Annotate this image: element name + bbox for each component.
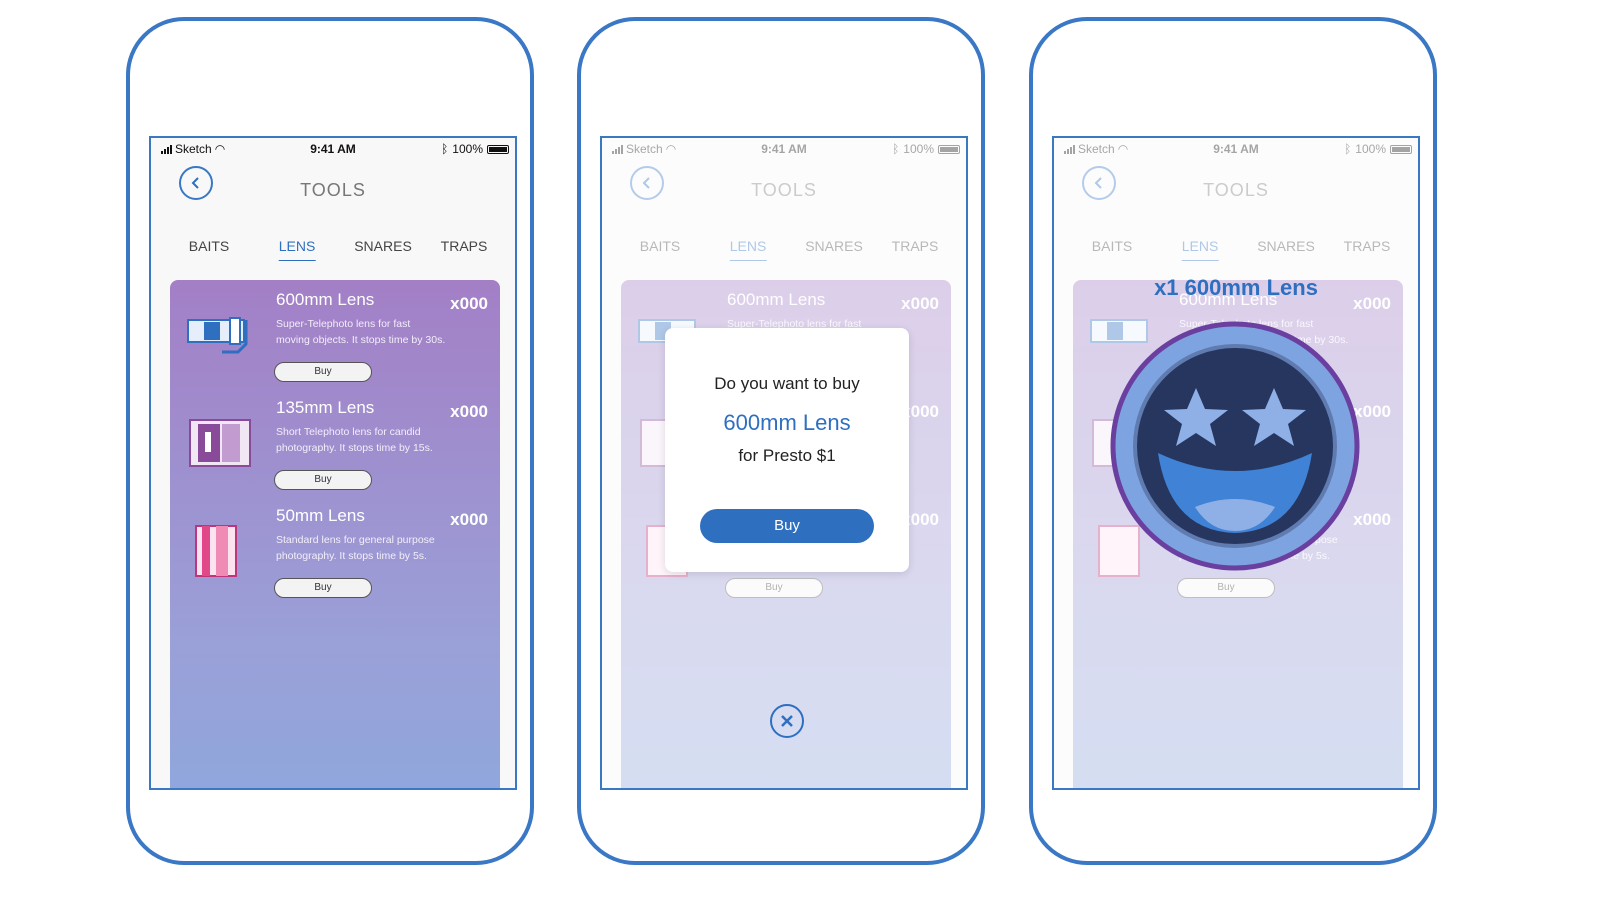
list-item: 135mm Lens Short Telephoto lens for cand… bbox=[170, 388, 500, 496]
tab-baits[interactable]: BAITS bbox=[189, 238, 229, 260]
battery-label: 100% bbox=[452, 142, 483, 156]
phone-frame-1: Sketch ◠ 9:41 AM ᛒ 100% TOOLS BAITS LENS S… bbox=[126, 17, 534, 865]
item-quantity: x000 bbox=[450, 510, 488, 529]
close-icon bbox=[781, 715, 793, 727]
tab-bar: BAITS LENS SNARES TRAPS bbox=[151, 238, 515, 264]
reward-title: x1 600mm Lens bbox=[1154, 275, 1318, 300]
list-item: 600mm Lens Super-Telephoto lens for fast… bbox=[170, 280, 500, 388]
screen-purchase-modal: Sketch◠ 9:41 AM ᛒ100% TOOLS BAITS LENS S… bbox=[600, 136, 968, 790]
screen-tools: Sketch ◠ 9:41 AM ᛒ 100% TOOLS BAITS LENS S… bbox=[149, 136, 517, 790]
star-eyes-smiley-icon bbox=[1110, 321, 1360, 571]
telephoto-lens-icon bbox=[187, 317, 248, 354]
buy-button[interactable]: Buy bbox=[274, 578, 372, 598]
short-lens-icon bbox=[189, 419, 251, 467]
screen-reward: Sketch◠ 9:41 AM ᛒ100% TOOLS BAITS LENS S… bbox=[1052, 136, 1420, 790]
purchase-dialog: Do you want to buy 600mm Lens for Presto… bbox=[665, 328, 909, 572]
list-item: 50mm Lens Standard lens for general purp… bbox=[170, 496, 500, 604]
phone-frame-3: Sketch◠ 9:41 AM ᛒ100% TOOLS BAITS LENS S… bbox=[1029, 17, 1437, 865]
item-quantity: x000 bbox=[450, 402, 488, 421]
item-quantity: x000 bbox=[450, 294, 488, 313]
buy-button[interactable]: Buy bbox=[274, 470, 372, 490]
item-name: 600mm Lens bbox=[276, 290, 375, 309]
page-title: TOOLS bbox=[300, 180, 366, 200]
confirm-buy-button[interactable]: Buy bbox=[700, 509, 874, 543]
tab-lens[interactable]: LENS bbox=[278, 238, 316, 261]
standard-lens-icon bbox=[195, 525, 237, 577]
bluetooth-icon: ᛒ bbox=[441, 142, 449, 156]
tab-snares[interactable]: SNARES bbox=[354, 238, 412, 260]
dialog-price: for Presto $1 bbox=[738, 446, 836, 465]
item-name: 135mm Lens bbox=[276, 398, 375, 417]
buy-button[interactable]: Buy bbox=[274, 362, 372, 382]
battery-icon bbox=[487, 144, 509, 154]
dialog-item-name: 600mm Lens bbox=[723, 410, 851, 435]
phone-frame-2: Sketch◠ 9:41 AM ᛒ100% TOOLS BAITS LENS S… bbox=[577, 17, 985, 865]
item-description: Super-Telephoto lens for fast moving obj… bbox=[276, 318, 446, 346]
item-description: Standard lens for general purpose photog… bbox=[276, 534, 435, 562]
lens-list-card: 600mm Lens Super-Telephoto lens for fast… bbox=[170, 280, 500, 788]
close-button[interactable] bbox=[770, 704, 804, 738]
item-name: 50mm Lens bbox=[276, 506, 365, 525]
dialog-question: Do you want to buy bbox=[714, 374, 860, 393]
status-bar: Sketch◠ 9:41 AM ᛒ100% bbox=[151, 138, 515, 158]
tab-traps[interactable]: TRAPS bbox=[441, 238, 488, 260]
item-description: Short Telephoto lens for candid photogra… bbox=[276, 426, 433, 454]
